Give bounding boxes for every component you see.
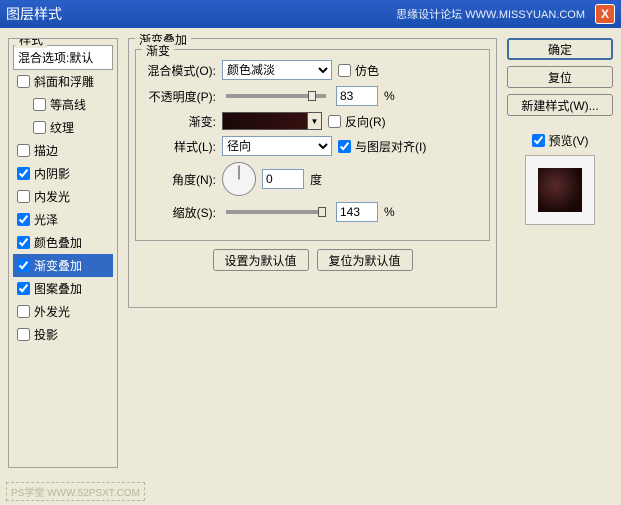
- scale-slider[interactable]: [226, 210, 326, 214]
- angle-dial[interactable]: [222, 162, 256, 196]
- style-checkbox[interactable]: [17, 328, 30, 341]
- angle-unit: 度: [310, 171, 322, 188]
- blend-options-label: 混合选项:默认: [18, 49, 93, 66]
- reset-default-button[interactable]: 复位为默认值: [317, 249, 413, 271]
- style-item-5[interactable]: 内发光: [13, 185, 113, 208]
- preview-label: 预览(V): [549, 132, 589, 149]
- styles-fieldset: 样式 混合选项:默认 斜面和浮雕等高线纹理描边内阴影内发光光泽颜色叠加渐变叠加图…: [8, 38, 118, 468]
- close-icon: X: [601, 7, 609, 21]
- style-label: 渐变叠加: [34, 257, 82, 274]
- opacity-input[interactable]: [336, 86, 378, 106]
- window-title: 图层样式: [6, 4, 396, 24]
- style-checkbox[interactable]: [17, 190, 30, 203]
- style-label: 斜面和浮雕: [34, 73, 94, 90]
- set-default-button[interactable]: 设置为默认值: [213, 249, 309, 271]
- style-checkbox[interactable]: [17, 259, 30, 272]
- preview-checkbox[interactable]: [532, 134, 545, 147]
- style-checkbox[interactable]: [17, 75, 30, 88]
- style-label: 投影: [34, 326, 58, 343]
- style-checkbox[interactable]: [17, 236, 30, 249]
- style-checkbox[interactable]: [17, 282, 30, 295]
- close-button[interactable]: X: [595, 4, 615, 24]
- style-item-11[interactable]: 投影: [13, 323, 113, 346]
- style-item-10[interactable]: 外发光: [13, 300, 113, 323]
- style-label: 样式(L):: [144, 138, 216, 155]
- gradient-overlay-fieldset: 渐变叠加 渐变 混合模式(O): 颜色减淡 仿色 不透明度(P): %: [128, 38, 497, 308]
- style-item-0[interactable]: 斜面和浮雕: [13, 70, 113, 93]
- ok-button[interactable]: 确定: [507, 38, 613, 60]
- scale-label: 缩放(S):: [144, 204, 216, 221]
- blend-options-header[interactable]: 混合选项:默认: [13, 45, 113, 70]
- gradient-style-select[interactable]: 径向: [222, 136, 332, 156]
- opacity-label: 不透明度(P):: [144, 88, 216, 105]
- preview-thumbnail: [538, 168, 582, 212]
- style-label: 内阴影: [34, 165, 70, 182]
- inner-legend: 渐变: [142, 42, 174, 59]
- style-checkbox[interactable]: [17, 305, 30, 318]
- blend-mode-label: 混合模式(O):: [144, 62, 216, 79]
- scale-input[interactable]: [336, 202, 378, 222]
- dither-label: 仿色: [355, 62, 379, 79]
- opacity-unit: %: [384, 89, 395, 103]
- gradient-group: 渐变 混合模式(O): 颜色减淡 仿色 不透明度(P): % 渐变: [135, 49, 490, 241]
- scale-unit: %: [384, 205, 395, 219]
- style-label: 等高线: [50, 96, 86, 113]
- gradient-picker[interactable]: ▼: [222, 112, 322, 130]
- style-item-6[interactable]: 光泽: [13, 208, 113, 231]
- style-label: 外发光: [34, 303, 70, 320]
- dither-checkbox[interactable]: [338, 64, 351, 77]
- align-label: 与图层对齐(I): [355, 138, 426, 155]
- style-label: 内发光: [34, 188, 70, 205]
- style-item-4[interactable]: 内阴影: [13, 162, 113, 185]
- angle-input[interactable]: [262, 169, 304, 189]
- styles-legend: 样式: [15, 38, 47, 48]
- style-item-2[interactable]: 纹理: [13, 116, 113, 139]
- style-label: 纹理: [50, 119, 74, 136]
- new-style-button[interactable]: 新建样式(W)...: [507, 94, 613, 116]
- reverse-checkbox[interactable]: [328, 115, 341, 128]
- style-checkbox[interactable]: [33, 98, 46, 111]
- blend-mode-select[interactable]: 颜色减淡: [222, 60, 332, 80]
- style-item-1[interactable]: 等高线: [13, 93, 113, 116]
- style-checkbox[interactable]: [17, 213, 30, 226]
- style-label: 图案叠加: [34, 280, 82, 297]
- style-item-3[interactable]: 描边: [13, 139, 113, 162]
- angle-label: 角度(N):: [144, 171, 216, 188]
- chevron-down-icon[interactable]: ▼: [307, 113, 321, 129]
- cancel-button[interactable]: 复位: [507, 66, 613, 88]
- style-checkbox[interactable]: [33, 121, 46, 134]
- reverse-label: 反向(R): [345, 113, 386, 130]
- watermark: PS学堂 WWW.52PSXT.COM: [6, 482, 145, 501]
- style-label: 颜色叠加: [34, 234, 82, 251]
- dialog-content: 样式 混合选项:默认 斜面和浮雕等高线纹理描边内阴影内发光光泽颜色叠加渐变叠加图…: [0, 28, 621, 485]
- style-label: 光泽: [34, 211, 58, 228]
- style-label: 描边: [34, 142, 58, 159]
- titlebar: 图层样式 思缘设计论坛 WWW.MISSYUAN.COM X: [0, 0, 621, 28]
- style-item-8[interactable]: 渐变叠加: [13, 254, 113, 277]
- style-checkbox[interactable]: [17, 167, 30, 180]
- align-checkbox[interactable]: [338, 140, 351, 153]
- style-checkbox[interactable]: [17, 144, 30, 157]
- gradient-label: 渐变:: [144, 113, 216, 130]
- style-item-9[interactable]: 图案叠加: [13, 277, 113, 300]
- right-column: 确定 复位 新建样式(W)... 预览(V): [507, 38, 613, 475]
- opacity-slider[interactable]: [226, 94, 326, 98]
- brand-text: 思缘设计论坛 WWW.MISSYUAN.COM: [396, 6, 585, 22]
- style-item-7[interactable]: 颜色叠加: [13, 231, 113, 254]
- preview-box: [525, 155, 595, 225]
